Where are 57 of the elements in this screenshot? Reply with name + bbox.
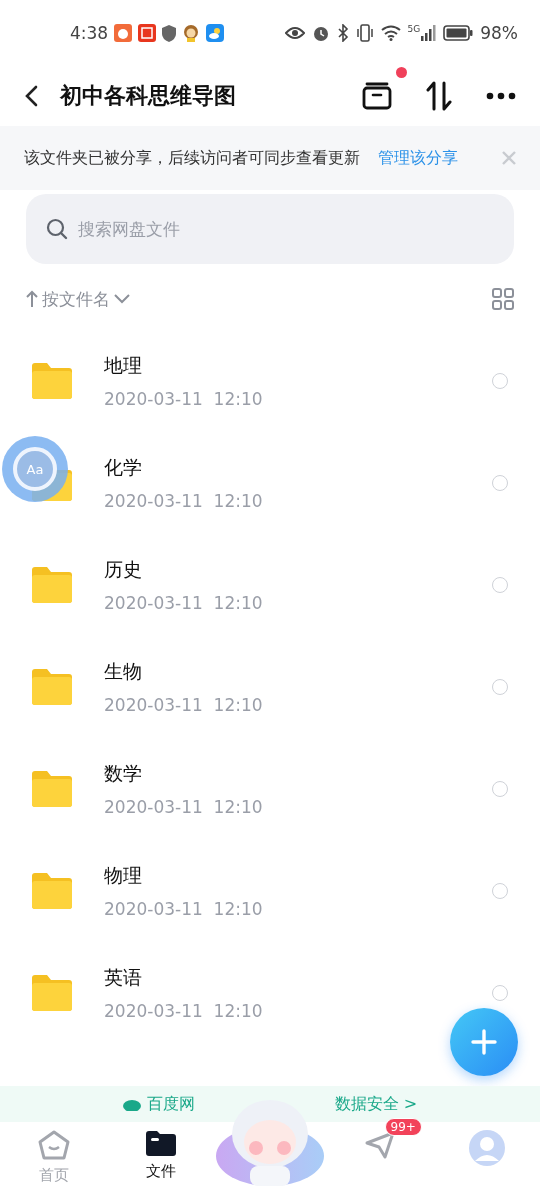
weather-icon bbox=[206, 24, 225, 42]
folder-icon bbox=[30, 872, 74, 910]
modified-date: 2020-03-11 12:10 bbox=[104, 389, 263, 409]
status-time: 4:38 bbox=[70, 23, 109, 43]
eye-icon bbox=[284, 26, 305, 40]
vibrate-icon bbox=[355, 24, 374, 42]
grid-view-icon[interactable] bbox=[492, 288, 514, 310]
monkey-icon bbox=[182, 24, 201, 42]
avatar-icon[interactable] bbox=[468, 1130, 505, 1166]
paper-plane-icon[interactable] bbox=[364, 1130, 395, 1160]
plus-icon bbox=[471, 1029, 497, 1055]
share-notice: 该文件夹已被分享，后续访问者可同步查看更新 bbox=[24, 147, 360, 169]
battery-percent: 98% bbox=[480, 23, 518, 43]
sort-arrow-icon[interactable] bbox=[26, 290, 38, 308]
modified-date: 2020-03-11 12:10 bbox=[104, 797, 263, 817]
home-icon[interactable] bbox=[37, 1130, 70, 1160]
search-icon bbox=[46, 218, 68, 240]
banner-text: 百度网 bbox=[146, 1093, 195, 1115]
modified-date: 2020-03-11 12:10 bbox=[104, 491, 263, 511]
folder-name[interactable]: 化学 bbox=[104, 455, 142, 481]
more-icon[interactable] bbox=[486, 92, 516, 100]
folder-icon bbox=[30, 362, 74, 400]
archive-icon[interactable] bbox=[362, 82, 392, 110]
nav-label[interactable]: 文件 bbox=[145, 1162, 176, 1181]
folder-name[interactable]: 数学 bbox=[104, 761, 142, 787]
chevron-down-icon[interactable] bbox=[114, 294, 130, 304]
add-button[interactable] bbox=[450, 1008, 518, 1076]
bluetooth-icon bbox=[336, 24, 349, 42]
back-icon[interactable] bbox=[24, 85, 38, 107]
folder-name[interactable]: 历史 bbox=[104, 557, 142, 583]
signal-icon bbox=[420, 25, 437, 41]
app-notification-icon bbox=[138, 24, 157, 42]
modified-date: 2020-03-11 12:10 bbox=[104, 1001, 263, 1021]
close-icon[interactable] bbox=[502, 151, 516, 165]
network-type: 5G bbox=[407, 25, 421, 34]
alarm-icon bbox=[311, 24, 330, 42]
folder-icon bbox=[30, 566, 74, 604]
folder-icon bbox=[30, 974, 74, 1012]
folder-name[interactable]: 物理 bbox=[104, 863, 142, 889]
folder-name[interactable]: 地理 bbox=[104, 353, 142, 379]
folder-icon bbox=[30, 668, 74, 706]
banner-text: 数据安全 > bbox=[334, 1093, 418, 1115]
folder-icon bbox=[30, 770, 74, 808]
sort-arrows-icon[interactable] bbox=[426, 81, 452, 111]
folder-name[interactable]: 英语 bbox=[104, 965, 142, 991]
unread-badge: 99+ bbox=[384, 1118, 422, 1136]
folder-title: 初中各科思维导图 bbox=[60, 82, 237, 110]
wifi-icon bbox=[380, 25, 401, 41]
shield-icon bbox=[162, 24, 177, 42]
cloud-icon bbox=[122, 1097, 141, 1111]
folder-name[interactable]: 生物 bbox=[104, 659, 142, 685]
app-notification-icon bbox=[114, 24, 133, 42]
battery-icon bbox=[443, 25, 474, 41]
modified-date: 2020-03-11 12:10 bbox=[104, 695, 263, 715]
modified-date: 2020-03-11 12:10 bbox=[104, 593, 263, 613]
folder-icon[interactable] bbox=[145, 1130, 176, 1156]
modified-date: 2020-03-11 12:10 bbox=[104, 899, 263, 919]
